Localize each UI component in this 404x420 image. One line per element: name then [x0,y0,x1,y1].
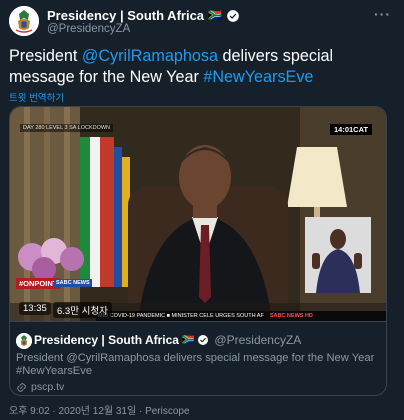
author-handle[interactable]: @PresidencyZA [47,23,130,35]
viewer-count: 6.3만 시청자 [53,302,112,318]
card-author-name: Presidency | South Africa [34,333,179,347]
author-name-text: Presidency | South Africa [47,8,205,23]
tweet-text-prefix: President [9,47,82,65]
card-link-text: pscp.tv [31,381,65,393]
flag-icon: 🇿🇦 [181,334,195,346]
video-player[interactable]: DAY 280 LEVEL 3 SA LOCKDOWN 14:01CAT #ON… [10,107,386,321]
coat-of-arms-icon [16,333,32,349]
card-link[interactable]: pscp.tv [16,381,64,393]
author-name[interactable]: Presidency | South Africa 🇿🇦 [47,8,240,23]
card-handle: @PresidencyZA [214,333,302,347]
video-duration: 13:35 [19,302,51,315]
lockdown-caption: DAY 280 LEVEL 3 SA LOCKDOWN [20,124,114,132]
card-author: Presidency | South Africa 🇿🇦 @Presidency… [34,333,301,347]
flag-icon: 🇿🇦 [208,10,222,22]
tweet-meta[interactable]: 오후 9:02 · 2020년 12월 31일 · Periscope [9,402,190,417]
ticker-channel: SABC NEWS HD [269,313,313,319]
card-avatar [16,333,32,349]
link-icon [17,382,26,392]
ticker-text: MID COVID-19 PANDEMIC ■ MINISTER CELE UR… [98,313,264,319]
card-description: President @CyrilRamaphosa delivers speci… [16,352,375,377]
card-body[interactable]: Presidency | South Africa 🇿🇦 @Presidency… [10,321,386,395]
coat-of-arms-icon [9,6,39,36]
video-card[interactable]: DAY 280 LEVEL 3 SA LOCKDOWN 14:01CAT #ON… [9,106,387,396]
avatar[interactable] [9,6,39,36]
video-frame-image [10,107,386,321]
mention-link[interactable]: @CyrilRamaphosa [82,47,218,65]
tweet-text: President @CyrilRamaphosa delivers speci… [9,46,394,88]
translate-tweet-link[interactable]: 트윗 번역하기 [9,90,64,104]
broadcast-clock: 14:01CAT [330,124,373,135]
verified-badge-icon [226,9,239,22]
news-ticker: MID COVID-19 PANDEMIC ■ MINISTER CELE UR… [96,311,386,321]
hashtag-link[interactable]: #NewYearsEve [203,68,313,86]
channel-logo: SABC NEWS [54,279,92,287]
tweet: Presidency | South Africa 🇿🇦 @Presidency… [0,0,404,420]
verified-badge-icon [198,335,209,345]
more-icon[interactable]: ··· [374,6,391,22]
